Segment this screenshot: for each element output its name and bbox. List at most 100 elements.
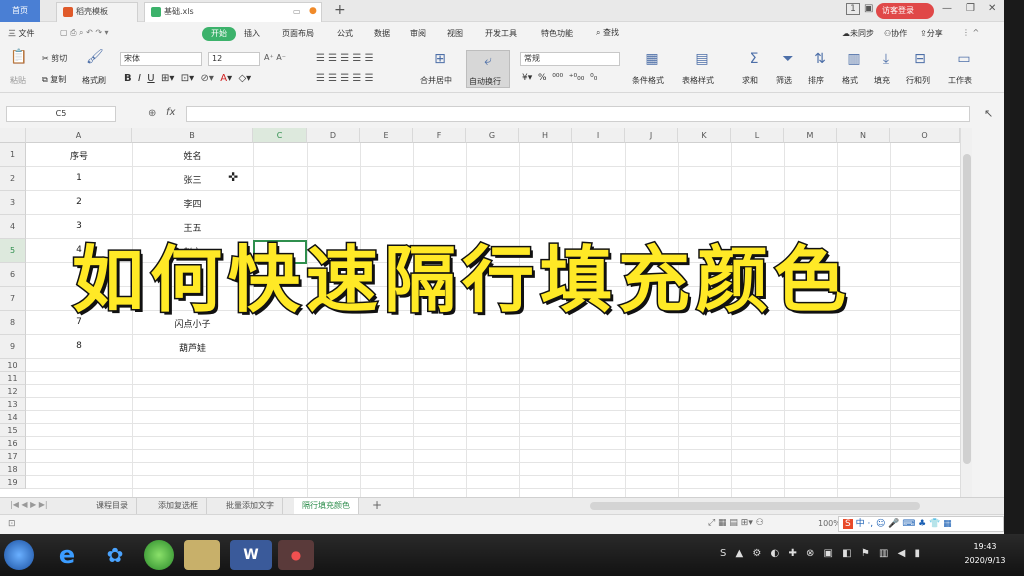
- col-header-i[interactable]: I: [572, 128, 625, 143]
- row-header-6[interactable]: 6: [0, 263, 26, 287]
- cell-b3[interactable]: 李四: [132, 197, 253, 210]
- worksheet-icon[interactable]: ▭: [956, 51, 972, 67]
- ie-browser-icon[interactable]: e: [52, 540, 82, 570]
- menu-review[interactable]: 审阅: [410, 28, 426, 39]
- sort-label[interactable]: 排序: [808, 75, 824, 86]
- view-mode-icons[interactable]: ⤢ ▦ ▤ ⊞▾ ⚇: [708, 518, 764, 528]
- vertical-scrollbar[interactable]: [960, 128, 972, 497]
- restore-icon[interactable]: ❐: [966, 3, 975, 14]
- ime-toolbar[interactable]: S 中 ·, ☺ 🎤 ⌨ ♣ 👕 ▦: [838, 516, 1004, 532]
- row-header-4[interactable]: 4: [0, 215, 26, 239]
- col-header-l[interactable]: L: [731, 128, 784, 143]
- row-column-icon[interactable]: ⊟: [912, 51, 928, 67]
- col-header-e[interactable]: E: [360, 128, 413, 143]
- sort-icon[interactable]: ⇅: [812, 51, 828, 67]
- row-header-7[interactable]: 7: [0, 287, 26, 311]
- formula-input[interactable]: [186, 106, 970, 122]
- format-painter-icon[interactable]: 🖌: [86, 49, 104, 65]
- col-header-b[interactable]: B: [132, 128, 253, 143]
- col-header-o[interactable]: O: [890, 128, 960, 143]
- conditional-format-icon[interactable]: ▦: [644, 51, 660, 67]
- merge-center-label[interactable]: 合并居中: [420, 75, 452, 86]
- horizontal-scrollbar[interactable]: [590, 502, 920, 510]
- sync-status[interactable]: ☁未同步: [842, 28, 874, 39]
- format-painter-label[interactable]: 格式刷: [82, 75, 106, 86]
- login-button[interactable]: 访客登录: [876, 3, 934, 19]
- row-header-15[interactable]: 15: [0, 424, 26, 437]
- row-header-8[interactable]: 8: [0, 311, 26, 335]
- table-style-label[interactable]: 表格样式: [682, 75, 714, 86]
- col-header-a[interactable]: A: [26, 128, 132, 143]
- tab-template[interactable]: 稻壳模板: [56, 2, 138, 22]
- menu-view[interactable]: 视图: [447, 28, 463, 39]
- filter-label[interactable]: 筛选: [776, 75, 792, 86]
- sum-icon[interactable]: Σ: [746, 51, 762, 67]
- format-label[interactable]: 格式: [842, 75, 858, 86]
- col-header-c[interactable]: C: [253, 128, 307, 143]
- col-header-n[interactable]: N: [837, 128, 890, 143]
- tab-file[interactable]: 基础.xls ▭ ●: [144, 2, 322, 22]
- col-header-k[interactable]: K: [678, 128, 731, 143]
- paste-icon[interactable]: 📋: [10, 49, 27, 65]
- col-header-f[interactable]: F: [413, 128, 466, 143]
- fx-icon[interactable]: fx: [166, 107, 175, 118]
- align-top-row-icons[interactable]: ☰ ☰ ☰ ☰ ☰: [316, 53, 374, 64]
- col-header-g[interactable]: G: [466, 128, 519, 143]
- cell-a9[interactable]: 8: [26, 341, 132, 351]
- cell-a4[interactable]: 3: [26, 221, 132, 231]
- merge-center-icon[interactable]: ⊞: [432, 51, 448, 67]
- sheet-tab[interactable]: 添加复选框: [150, 498, 207, 514]
- font-grow-shrink-icons[interactable]: A⁺ A⁻: [264, 53, 286, 62]
- tab-list-icon[interactable]: ▣: [864, 3, 873, 14]
- col-header-d[interactable]: D: [307, 128, 360, 143]
- format-icon[interactable]: ▥: [846, 51, 862, 67]
- more-menu-icon[interactable]: ⋮ ^: [962, 28, 979, 37]
- wrap-text-button[interactable]: ⤶ 自动换行: [466, 50, 510, 88]
- taskbar-clock[interactable]: 19:43 2020/9/13: [950, 540, 1020, 568]
- file-explorer-icon[interactable]: [184, 540, 220, 570]
- menu-special[interactable]: 特色功能: [541, 28, 573, 39]
- share-button[interactable]: ⇪分享: [920, 28, 943, 39]
- row-header-9[interactable]: 9: [0, 335, 26, 359]
- menu-page-layout[interactable]: 页面布局: [282, 28, 314, 39]
- sheet-tab[interactable]: 课程目录: [88, 498, 137, 514]
- sheet-nav-icons[interactable]: |◀ ◀ ▶ ▶|: [10, 500, 48, 509]
- align-bottom-row-icons[interactable]: ☰ ☰ ☰ ☰ ☰: [316, 73, 374, 84]
- row-header-17[interactable]: 17: [0, 450, 26, 463]
- row-column-label[interactable]: 行和列: [906, 75, 930, 86]
- name-box[interactable]: C5: [6, 106, 116, 122]
- number-format-select[interactable]: 常规: [520, 52, 620, 66]
- sheet-tab[interactable]: 批量添加文字: [218, 498, 283, 514]
- row-header-19[interactable]: 19: [0, 476, 26, 489]
- menu-start[interactable]: 开始: [202, 27, 236, 41]
- row-header-10[interactable]: 10: [0, 359, 26, 372]
- vertical-scroll-thumb[interactable]: [963, 154, 971, 464]
- paste-label[interactable]: 粘贴: [10, 75, 26, 86]
- copy-button[interactable]: ⧉ 复制: [42, 74, 66, 85]
- col-header-h[interactable]: H: [519, 128, 572, 143]
- table-style-icon[interactable]: ▤: [694, 51, 710, 67]
- filter-icon[interactable]: ⏷: [780, 51, 796, 67]
- row-header-5[interactable]: 5: [0, 239, 26, 263]
- start-button-icon[interactable]: [4, 540, 34, 570]
- zoom-lens-icon[interactable]: ⊕: [148, 108, 156, 119]
- number-format-icons[interactable]: ¥▾ % ⁰⁰⁰ ⁺⁰₀₀ ⁰₀: [522, 73, 597, 83]
- cut-button[interactable]: ✂ 剪切: [42, 53, 67, 64]
- close-icon[interactable]: ✕: [988, 3, 996, 14]
- font-name-select[interactable]: 宋体: [120, 52, 202, 66]
- col-header-m[interactable]: M: [784, 128, 837, 143]
- minimize-icon[interactable]: —: [942, 3, 952, 14]
- col-header-j[interactable]: J: [625, 128, 678, 143]
- sheet-tab-active[interactable]: 隔行填充颜色: [294, 498, 359, 514]
- security-app-icon[interactable]: [144, 540, 174, 570]
- menu-file[interactable]: 三 文件: [8, 28, 35, 39]
- new-tab-button[interactable]: +: [334, 2, 346, 18]
- collab-button[interactable]: ⚇协作: [884, 28, 907, 39]
- cell-a2[interactable]: 1: [26, 173, 132, 183]
- sum-label[interactable]: 求和: [742, 75, 758, 86]
- menu-search[interactable]: ⌕ 查找: [596, 27, 619, 38]
- wps-writer-icon[interactable]: W: [230, 540, 272, 570]
- conditional-format-label[interactable]: 条件格式: [632, 75, 664, 86]
- tab-unsaved-dot-icon[interactable]: ●: [309, 2, 317, 20]
- tab-home[interactable]: 首页: [0, 0, 40, 22]
